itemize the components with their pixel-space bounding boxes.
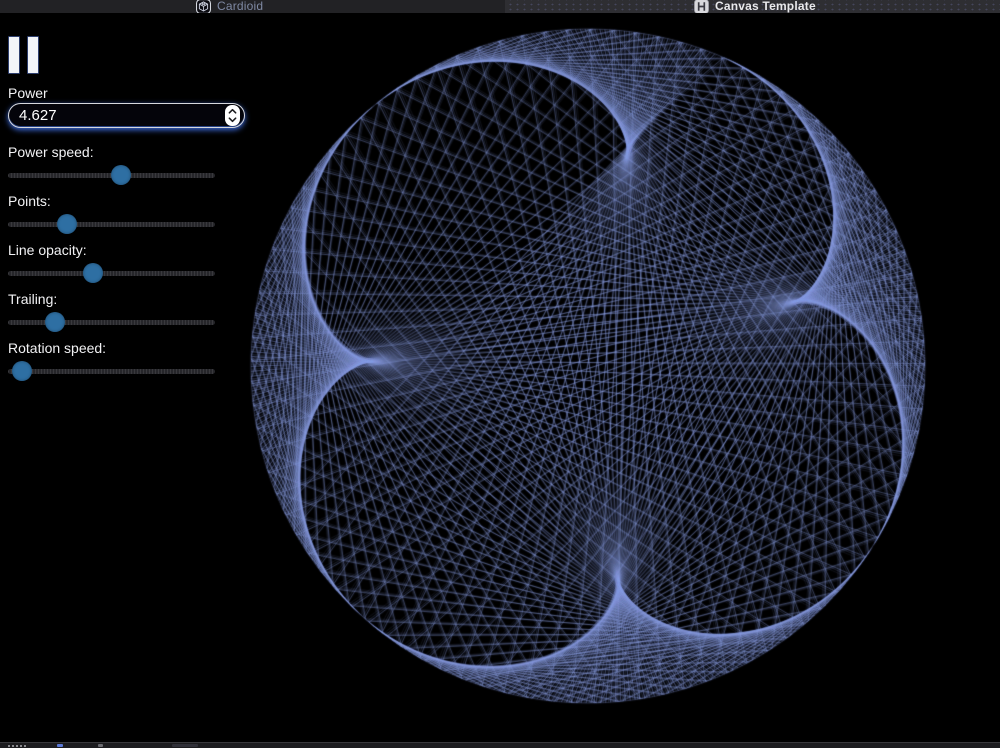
power-speed-row: Power speed: xyxy=(8,144,223,193)
stepper-up-icon[interactable] xyxy=(228,108,237,115)
dock-dots-icon xyxy=(8,745,26,747)
dock-app-icon xyxy=(98,744,103,747)
pause-icon xyxy=(27,36,39,74)
power-stepper[interactable] xyxy=(225,105,240,126)
trailing-slider[interactable] xyxy=(8,309,215,337)
points-slider[interactable] xyxy=(8,211,215,239)
power-speed-slider[interactable] xyxy=(8,162,215,190)
bottom-strip xyxy=(0,742,1000,748)
tab-canvas-template[interactable]: Canvas Template xyxy=(505,0,1000,13)
h-favicon-icon xyxy=(694,0,709,13)
tab-label: Cardioid xyxy=(217,0,263,13)
power-label: Power xyxy=(8,85,48,102)
rotation-speed-row: Rotation speed: xyxy=(8,340,223,389)
browser-tab-bar: Cardioid Canvas Template xyxy=(0,0,1000,13)
slider-track xyxy=(8,369,215,374)
slider-thumb[interactable] xyxy=(12,361,32,381)
tab-label: Canvas Template xyxy=(715,0,816,13)
stepper-down-icon[interactable] xyxy=(228,116,237,123)
dock-app-icon xyxy=(57,744,63,747)
line-opacity-row: Line opacity: xyxy=(8,242,223,291)
pause-icon xyxy=(8,36,20,74)
slider-label: Trailing: xyxy=(8,291,223,308)
slider-track xyxy=(8,271,215,276)
slider-track xyxy=(8,320,215,325)
slider-thumb[interactable] xyxy=(83,263,103,283)
power-input[interactable] xyxy=(8,103,245,128)
slider-thumb[interactable] xyxy=(111,165,131,185)
dock-app-icon xyxy=(172,744,198,747)
slider-label: Power speed: xyxy=(8,144,223,161)
trailing-row: Trailing: xyxy=(8,291,223,340)
slider-thumb[interactable] xyxy=(57,214,77,234)
slider-thumb[interactable] xyxy=(45,312,65,332)
slider-label: Rotation speed: xyxy=(8,340,223,357)
slider-label: Line opacity: xyxy=(8,242,223,259)
slider-rows: Power speed: Points: Line opacity: Trail… xyxy=(8,144,223,389)
rotation-speed-slider[interactable] xyxy=(8,358,215,386)
slider-track xyxy=(8,222,215,227)
points-row: Points: xyxy=(8,193,223,242)
tab-cardioid[interactable]: Cardioid xyxy=(0,0,505,13)
line-opacity-slider[interactable] xyxy=(8,260,215,288)
slider-label: Points: xyxy=(8,193,223,210)
cube-favicon-icon xyxy=(196,0,211,13)
power-value-field[interactable] xyxy=(11,107,225,124)
pause-button[interactable] xyxy=(8,36,40,75)
